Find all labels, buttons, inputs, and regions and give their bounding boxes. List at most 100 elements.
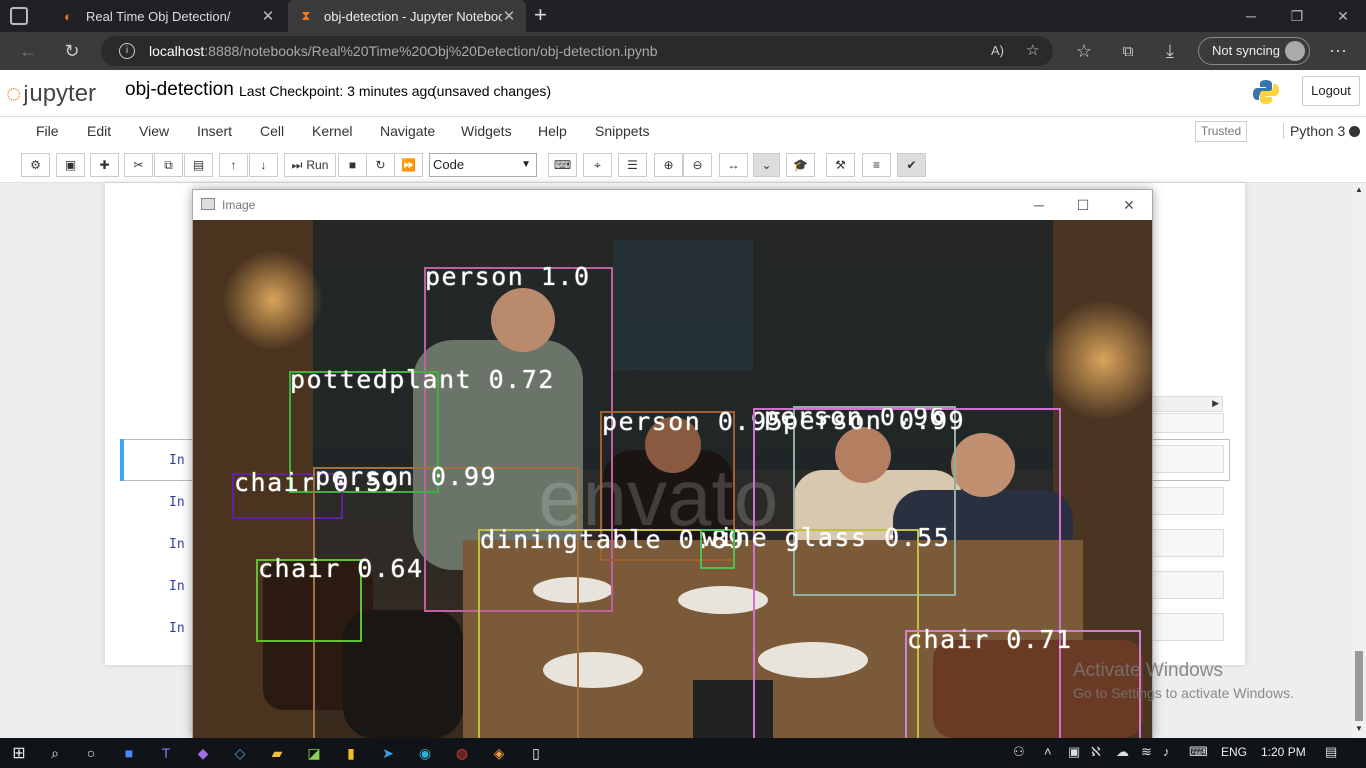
minimize-icon[interactable]: ─	[1019, 194, 1059, 216]
notifications-icon[interactable]: ▤	[1325, 744, 1337, 760]
horizontal-scrollbar[interactable]: ▶	[1152, 396, 1223, 412]
edge-icon[interactable]: ◉	[414, 743, 436, 763]
graduation-cap-icon[interactable]: 🎓	[786, 153, 815, 177]
downloads-icon[interactable]: ⤓	[1158, 39, 1182, 63]
target-icon[interactable]: ⌖	[583, 153, 612, 177]
workspaces-icon[interactable]	[10, 7, 28, 25]
menu-widgets[interactable]: Widgets	[461, 123, 512, 139]
cut-icon[interactable]: ✂	[124, 153, 153, 177]
insert-cell-icon[interactable]: ✚	[90, 153, 119, 177]
zoom-out-icon[interactable]: ⊖	[683, 153, 712, 177]
tab-obj-detection[interactable]: ⧗ obj-detection - Jupyter Noteboo ✕	[288, 0, 526, 32]
move-down-icon[interactable]: ↓	[249, 153, 278, 177]
restart-icon[interactable]: ↻	[366, 153, 395, 177]
menu-cell[interactable]: Cell	[260, 123, 284, 139]
zoom-app-icon[interactable]: ■	[118, 743, 140, 763]
menu-edit[interactable]: Edit	[87, 123, 111, 139]
maximize-icon[interactable]: ☐	[1063, 194, 1103, 216]
menu-snippets[interactable]: Snippets	[595, 123, 649, 139]
favorites-icon[interactable]: ☆	[1072, 39, 1096, 63]
more-menu-icon[interactable]: ⋯	[1326, 39, 1350, 63]
scrollbar-thumb[interactable]	[1355, 651, 1363, 721]
run-button[interactable]: ⏭ Run	[284, 153, 336, 177]
interrupt-icon[interactable]: ■	[338, 153, 367, 177]
notebook-name[interactable]: obj-detection	[125, 79, 234, 101]
windows-start-icon[interactable]: ⊞	[8, 743, 30, 763]
volume-icon[interactable]: ♪	[1163, 744, 1170, 759]
jupyter-logo[interactable]: ◌ j upyter	[6, 78, 96, 109]
hammer-icon[interactable]: ⚒	[826, 153, 855, 177]
sync-button[interactable]: Not syncing	[1198, 37, 1310, 65]
close-window-icon[interactable]: ✕	[1109, 194, 1149, 216]
code-input[interactable]	[1150, 529, 1224, 557]
clock[interactable]: 1:20 PM	[1261, 745, 1306, 759]
task-view-icon[interactable]: ○	[80, 743, 102, 763]
page-scrollbar[interactable]: ▲ ▼	[1352, 183, 1366, 738]
code-input[interactable]	[1150, 613, 1224, 641]
teams-icon[interactable]: T	[155, 743, 177, 763]
back-icon[interactable]: ←	[16, 39, 40, 63]
copy-icon[interactable]: ⧉	[154, 153, 183, 177]
notepad-icon[interactable]: ▯	[525, 743, 547, 763]
menu-kernel[interactable]: Kernel	[312, 123, 352, 139]
app-icon[interactable]: ◪	[303, 743, 325, 763]
search-icon[interactable]: ⌕	[44, 743, 66, 763]
paste-icon[interactable]: ▤	[184, 153, 213, 177]
trusted-badge[interactable]: Trusted	[1195, 121, 1247, 142]
chrome-icon[interactable]: ◍	[451, 743, 473, 763]
refresh-icon[interactable]: ↻	[60, 39, 84, 63]
app-icon[interactable]: ◈	[488, 743, 510, 763]
close-window-icon[interactable]: ✕	[1320, 0, 1366, 32]
file-explorer-icon[interactable]: ▰	[266, 743, 288, 763]
expand-width-icon[interactable]: ↔	[719, 153, 748, 177]
minimize-icon[interactable]: ─	[1228, 0, 1274, 32]
read-aloud-icon[interactable]: A)	[991, 36, 1004, 66]
image-window[interactable]: Image ─ ☐ ✕ envato person 1.0 pottedplan…	[192, 189, 1153, 738]
code-input[interactable]	[1150, 571, 1224, 599]
keyboard-icon[interactable]: ⌨	[548, 153, 577, 177]
scroll-up-icon[interactable]: ▲	[1355, 185, 1363, 194]
restore-icon[interactable]: ❐	[1274, 0, 1320, 32]
code-input[interactable]	[1150, 487, 1224, 515]
visual-studio-icon[interactable]: ◆	[192, 743, 214, 763]
tab-real-time-obj-detection[interactable]: ◐ Real Time Obj Detection/ ✕	[50, 0, 285, 32]
chevron-up-icon[interactable]: ˄	[1044, 744, 1052, 759]
check-icon[interactable]: ✔	[897, 153, 926, 177]
code-input[interactable]	[1150, 445, 1224, 473]
menu-view[interactable]: View	[139, 123, 169, 139]
menu-insert[interactable]: Insert	[197, 123, 232, 139]
power-bi-icon[interactable]: ▮	[340, 743, 362, 763]
language-indicator[interactable]: ENG	[1221, 745, 1247, 759]
save-icon[interactable]: ▣	[56, 153, 85, 177]
wifi-icon[interactable]: ≋	[1141, 744, 1152, 760]
menu-help[interactable]: Help	[538, 123, 567, 139]
close-tab-icon[interactable]: ✕	[261, 7, 275, 25]
close-tab-icon[interactable]: ✕	[502, 7, 516, 25]
kernel-name[interactable]: Python 3	[1283, 123, 1345, 139]
onedrive-icon[interactable]: ☁	[1116, 744, 1129, 760]
url-field[interactable]: i localhost:8888/notebooks/Real%20Time%2…	[101, 36, 1053, 66]
scroll-right-icon[interactable]: ▶	[1212, 398, 1219, 409]
collapse-icon[interactable]: ⌄	[753, 153, 780, 177]
collections-icon[interactable]: ⧉	[1116, 39, 1140, 63]
image-window-titlebar[interactable]: Image ─ ☐ ✕	[193, 190, 1152, 220]
zoom-in-icon[interactable]: ⊕	[654, 153, 683, 177]
telegram-icon[interactable]: ➤	[377, 743, 399, 763]
move-up-icon[interactable]: ↑	[219, 153, 248, 177]
logout-button[interactable]: Logout	[1302, 76, 1360, 106]
list-icon[interactable]: ≡	[862, 153, 891, 177]
restart-run-all-icon[interactable]: ⏩	[394, 153, 423, 177]
settings-gear-icon[interactable]: ⚙	[21, 153, 50, 177]
scroll-down-icon[interactable]: ▼	[1355, 724, 1363, 733]
new-tab-icon[interactable]: +	[534, 2, 554, 28]
cell-type-select[interactable]: Code ▼	[429, 153, 537, 177]
menu-navigate[interactable]: Navigate	[380, 123, 435, 139]
menu-file[interactable]: File	[36, 123, 59, 139]
site-info-icon[interactable]: i	[119, 43, 135, 59]
add-favorite-icon[interactable]: ☆	[1026, 36, 1039, 66]
list-numbered-icon[interactable]: ☰	[618, 153, 647, 177]
meet-now-icon[interactable]: ▣	[1068, 744, 1080, 760]
keyboard-icon[interactable]: ⌨	[1189, 744, 1208, 760]
input-method-icon[interactable]: ℵ	[1091, 744, 1101, 760]
vscode-icon[interactable]: ◇	[229, 743, 251, 763]
